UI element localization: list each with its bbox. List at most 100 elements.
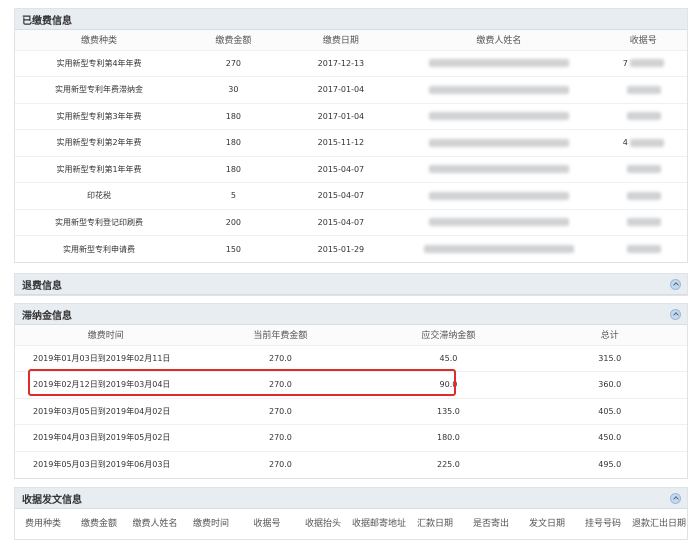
- cell-receipt: [599, 208, 687, 236]
- cell-date: 2017-12-13: [283, 49, 399, 77]
- cell-payer-redacted: [398, 49, 600, 77]
- cell-amount: 180: [183, 129, 284, 156]
- table-row: 实用新型专利登记印刷费 200 2015-04-07: [15, 208, 687, 236]
- cell-payer-redacted: [398, 235, 600, 262]
- column-header: 收据抬头: [295, 509, 351, 539]
- redacted-blur: [629, 59, 664, 68]
- cell-payer-redacted: [398, 129, 600, 156]
- column-header: 汇款日期: [407, 509, 463, 539]
- column-header: 收据号: [239, 509, 295, 539]
- receipt-title: 收据发文信息: [22, 494, 82, 506]
- redacted-blur: [428, 218, 569, 227]
- cell-type: 实用新型专利登记印刷费: [15, 208, 183, 236]
- receipt-prefix: 7: [622, 58, 628, 68]
- late-fee-title: 滞纳金信息: [22, 310, 72, 322]
- cell-annual: 270.0: [196, 371, 365, 398]
- redacted-blur: [428, 112, 569, 121]
- cell-date: 2015-04-07: [283, 208, 399, 236]
- table-row: 实用新型专利第2年年费 180 2015-11-12 4: [15, 129, 687, 156]
- cell-date: 2017-01-04: [283, 102, 399, 130]
- paid-fees-panel: 已缴费信息 缴费种类 缴费金额 缴费日期 缴费人姓名 收据号 实用新型专利第4年…: [14, 8, 688, 263]
- column-header: 应交滞纳金额: [364, 325, 533, 345]
- column-header: 收据邮寄地址: [351, 509, 407, 539]
- redacted-blur: [629, 138, 664, 147]
- column-header: 缴费人姓名: [398, 30, 600, 50]
- cell-type: 实用新型专利申请费: [15, 235, 183, 262]
- redacted-blur: [627, 112, 662, 121]
- column-header: 缴费金额: [183, 30, 284, 50]
- cell-late: 225.0: [364, 450, 533, 478]
- table-row: 2019年03月05日到2019年04月02日 270.0 135.0 405.0: [15, 397, 687, 425]
- column-header: 缴费时间: [183, 509, 239, 539]
- cell-payer-redacted: [398, 155, 600, 183]
- table-row: 实用新型专利申请费 150 2015-01-29: [15, 235, 687, 262]
- cell-late: 45.0: [364, 344, 533, 372]
- refund-title: 退费信息: [22, 280, 62, 292]
- receipt-header: 收据发文信息: [15, 488, 687, 509]
- table-row: 2019年02月12日到2019年03月04日 270.0 90.0 360.0: [15, 371, 687, 398]
- cell-receipt: [599, 182, 687, 209]
- cell-amount: 180: [183, 155, 284, 183]
- column-header: 退款汇出日期: [631, 509, 687, 539]
- refund-header: 退费信息: [15, 274, 687, 295]
- receipt-prefix: 4: [622, 138, 628, 148]
- cell-total: 405.0: [532, 397, 687, 425]
- column-header: 是否寄出: [463, 509, 519, 539]
- cell-type: 实用新型专利第1年年费: [15, 155, 183, 183]
- redacted-blur: [428, 138, 569, 147]
- redacted-blur: [428, 165, 569, 174]
- column-header: 费用种类: [15, 509, 71, 539]
- cell-receipt: 4: [599, 129, 687, 156]
- redacted-blur: [627, 245, 662, 253]
- cell-period: 2019年01月03日到2019年02月11日: [15, 344, 197, 372]
- cell-period: 2019年05月03日到2019年06月03日: [15, 450, 197, 478]
- cell-payer-redacted: [398, 182, 600, 209]
- collapse-icon[interactable]: [670, 492, 681, 504]
- refund-panel: 退费信息: [14, 273, 688, 296]
- cell-amount: 30: [183, 76, 284, 103]
- cell-period: 2019年03月05日到2019年04月02日: [15, 397, 197, 425]
- redacted-blur: [627, 85, 662, 94]
- column-header: 收据号: [599, 30, 687, 50]
- column-header: 缴费日期: [283, 30, 399, 50]
- late-fee-table: 缴费时间 当前年费金额 应交滞纳金额 总计 2019年01月03日到2019年0…: [15, 325, 687, 478]
- cell-amount: 200: [183, 208, 284, 236]
- table-row: 2019年05月03日到2019年06月03日 270.0 225.0 495.0: [15, 450, 687, 478]
- late-fee-header: 滞纳金信息: [15, 304, 687, 325]
- cell-type: 实用新型专利第2年年费: [15, 129, 183, 156]
- cell-receipt: [599, 76, 687, 103]
- column-header: 缴费人姓名: [127, 509, 183, 539]
- cell-period: 2019年02月12日到2019年03月04日: [15, 371, 197, 398]
- cell-total: 360.0: [532, 371, 687, 398]
- paid-fees-title: 已缴费信息: [22, 15, 72, 27]
- cell-type: 印花税: [15, 182, 183, 209]
- redacted-blur: [627, 191, 662, 200]
- redacted-blur: [428, 191, 569, 200]
- cell-late: 90.0: [364, 371, 533, 398]
- receipt-table: 费用种类 缴费金额 缴费人姓名 缴费时间 收据号 收据抬头 收据邮寄地址 汇款日期 是否寄出 发文…: [15, 509, 687, 539]
- column-header: 缴费种类: [15, 30, 183, 50]
- receipt-panel: 收据发文信息 费用种类 缴费金额 缴费人姓名 缴费时间 收据号 收据抬头 收据邮寄地址 汇款日…: [14, 487, 688, 540]
- collapse-icon[interactable]: [670, 278, 681, 290]
- column-header: 缴费金额: [71, 509, 127, 539]
- collapse-icon[interactable]: [670, 308, 681, 320]
- table-row: 实用新型专利第1年年费 180 2015-04-07: [15, 155, 687, 183]
- table-row: 2019年01月03日到2019年02月11日 270.0 45.0 315.0: [15, 344, 687, 372]
- cell-receipt: [599, 102, 687, 130]
- cell-annual: 270.0: [196, 450, 365, 478]
- cell-total: 315.0: [532, 344, 687, 372]
- table-row: 印花税 5 2015-04-07: [15, 182, 687, 209]
- cell-payer-redacted: [398, 102, 600, 130]
- column-header: 发文日期: [519, 509, 575, 539]
- cell-type: 实用新型专利第4年年费: [15, 49, 183, 77]
- column-header: 当前年费金额: [196, 325, 365, 345]
- table-row: 2019年04月03日到2019年05月02日 270.0 180.0 450.0: [15, 424, 687, 451]
- paid-fees-table: 缴费种类 缴费金额 缴费日期 缴费人姓名 收据号 实用新型专利第4年年费 270 2…: [15, 30, 687, 262]
- cell-receipt: [599, 155, 687, 183]
- column-header: 缴费时间: [15, 325, 197, 345]
- cell-type: 实用新型专利年费滞纳金: [15, 76, 183, 103]
- table-row: 实用新型专利第4年年费 270 2017-12-13 7: [15, 49, 687, 77]
- cell-amount: 180: [183, 102, 284, 130]
- cell-date: 2015-04-07: [283, 182, 399, 209]
- cell-receipt: 7: [599, 49, 687, 77]
